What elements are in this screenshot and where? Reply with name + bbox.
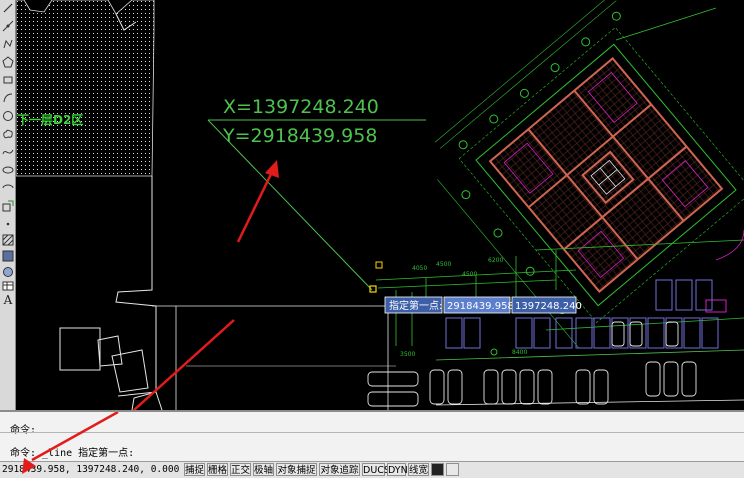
rectangle-icon[interactable] bbox=[1, 74, 15, 87]
dynamic-input-text-1: 2918439.958 bbox=[447, 301, 514, 312]
polar-toggle[interactable]: 极轴 bbox=[253, 463, 274, 476]
status-bar: 2918439.958, 1397248.240, 0.000 捕捉 栅格 正交… bbox=[0, 458, 744, 478]
region-icon[interactable] bbox=[1, 266, 15, 279]
white-block bbox=[59, 327, 101, 371]
layout-icon[interactable] bbox=[446, 463, 459, 476]
ellipse-arc-icon[interactable] bbox=[1, 182, 15, 195]
hatch-region bbox=[16, 0, 155, 177]
ellipse-icon[interactable] bbox=[1, 164, 15, 177]
y-coordinate-text: Y=2918439.958 bbox=[222, 125, 377, 147]
region-label: 下一层D2区 bbox=[17, 113, 83, 127]
drawing-canvas[interactable]: 下一层D2区 X=1397248.240 Y=2918439.958 4050 … bbox=[16, 0, 744, 410]
table-icon[interactable] bbox=[1, 280, 15, 293]
spline-icon[interactable] bbox=[1, 146, 15, 159]
snap-toggle[interactable]: 捕捉 bbox=[184, 463, 205, 476]
grid-toggle[interactable]: 栅格 bbox=[207, 463, 228, 476]
line-icon[interactable] bbox=[1, 2, 15, 15]
grip-marker bbox=[375, 261, 383, 269]
multiline-text-icon[interactable]: A bbox=[1, 294, 15, 307]
circle-icon[interactable] bbox=[1, 110, 15, 123]
dimension-label: 4050 bbox=[412, 265, 427, 272]
ducs-toggle[interactable]: DUCS bbox=[362, 463, 390, 476]
command-window[interactable]: 命令: 命令: _line 指定第一点: bbox=[0, 410, 744, 462]
polygon-icon[interactable] bbox=[1, 56, 15, 69]
model-space-icon[interactable] bbox=[431, 463, 444, 476]
draw-toolbar: A bbox=[0, 0, 16, 410]
dimension-label: 3500 bbox=[400, 351, 415, 358]
polyline-icon[interactable] bbox=[1, 38, 15, 51]
dynamic-input-text-2: 1397248.240 bbox=[515, 301, 582, 312]
lineweight-toggle[interactable]: 线宽 bbox=[408, 463, 429, 476]
construction-line-icon[interactable] bbox=[1, 20, 15, 33]
hatch-icon[interactable] bbox=[1, 234, 15, 247]
ortho-toggle[interactable]: 正交 bbox=[230, 463, 251, 476]
object-snap-toggle[interactable]: 对象捕捉 bbox=[276, 463, 317, 476]
object-tracking-toggle[interactable]: 对象追踪 bbox=[319, 463, 360, 476]
drawing-svg: 下一层D2区 X=1397248.240 Y=2918439.958 4050 … bbox=[16, 0, 744, 410]
gradient-icon[interactable] bbox=[1, 250, 15, 263]
dimension-label: 8400 bbox=[512, 349, 527, 356]
arc-icon[interactable] bbox=[1, 92, 15, 105]
dimension-label: 6200 bbox=[488, 257, 503, 264]
revision-cloud-icon[interactable] bbox=[1, 128, 15, 141]
building-plan bbox=[434, 0, 744, 349]
property-outline bbox=[115, 176, 157, 410]
parking-stalls bbox=[445, 279, 719, 349]
dimension-label: 4500 bbox=[462, 271, 477, 278]
insert-block-icon[interactable] bbox=[1, 200, 15, 213]
dyn-toggle[interactable]: DYN bbox=[387, 463, 408, 476]
point-icon[interactable] bbox=[1, 218, 15, 231]
annotation-arrowhead bbox=[22, 458, 36, 474]
dimension-label: 4500 bbox=[436, 261, 451, 268]
x-coordinate-text: X=1397248.240 bbox=[223, 96, 379, 118]
dynamic-prompt-label: 指定第一点: bbox=[389, 299, 442, 312]
